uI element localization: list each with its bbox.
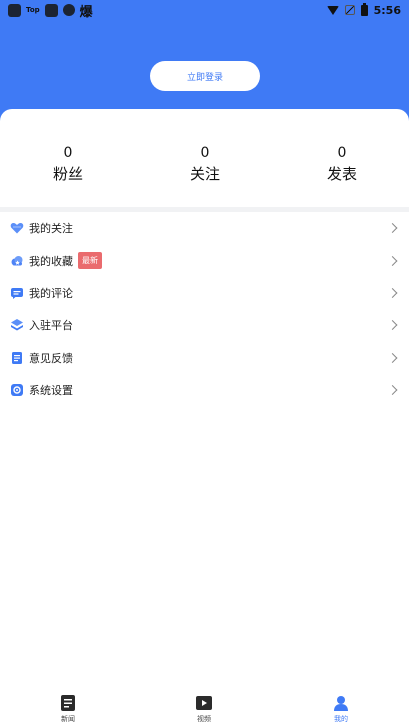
- stat-label: 发表: [326, 165, 357, 183]
- nav-tab-label: 新闻: [61, 715, 75, 723]
- bottom-navigation: 新闻 视频 我的: [0, 690, 409, 728]
- settings-icon: [10, 383, 24, 397]
- login-button[interactable]: 立即登录: [150, 61, 260, 91]
- stat-label: 关注: [189, 165, 220, 183]
- status-bar-notifications: Top 爆: [8, 1, 93, 20]
- menu-item-my-follows[interactable]: 我的关注: [0, 212, 409, 244]
- menu-item-label: 入驻平台: [29, 319, 73, 333]
- new-badge: 最新: [78, 252, 102, 270]
- video-icon: [195, 694, 213, 712]
- menu-item-label: 意见反馈: [29, 351, 73, 365]
- no-signal-icon: [344, 5, 355, 15]
- menu-item-label: 系统设置: [29, 384, 73, 398]
- menu-item-settings[interactable]: 系统设置: [0, 374, 409, 406]
- cloud-icon: [10, 254, 24, 268]
- stats-card: 0 粉丝 0 关注 0 发表: [0, 109, 409, 207]
- wifi-icon: [326, 5, 339, 15]
- stat-posts[interactable]: 0 发表: [302, 145, 382, 184]
- nav-tab-label: 视频: [197, 715, 211, 723]
- menu-item-my-favorites[interactable]: 我的收藏 最新: [0, 244, 409, 276]
- feedback-icon: [10, 351, 24, 365]
- battery-icon: [360, 2, 368, 16]
- app-notification-icon: [62, 4, 75, 16]
- app-notification-label: Top: [26, 6, 40, 14]
- menu-item-join-platform[interactable]: 入驻平台: [0, 309, 409, 341]
- app-notification-icon: [44, 3, 58, 17]
- menu-item-label: 我的关注: [29, 222, 73, 236]
- stat-value: 0: [337, 145, 347, 161]
- menu-item-my-comments[interactable]: 我的评论: [0, 277, 409, 309]
- news-icon: [59, 694, 77, 712]
- stat-fans[interactable]: 0 粉丝: [28, 145, 108, 184]
- stat-value: 0: [200, 145, 210, 161]
- menu-list: 我的关注 我的收藏 最新 我的评论 入驻平台 意见反馈 系统设置: [0, 212, 409, 406]
- chevron-right-icon: [387, 288, 398, 298]
- nav-tab-label: 我的: [334, 715, 348, 723]
- chevron-right-icon: [387, 223, 398, 234]
- app-notification-glyph: 爆: [79, 4, 93, 20]
- nav-tab-video[interactable]: 视频: [174, 694, 234, 724]
- status-bar-system: 5:56: [326, 2, 401, 17]
- menu-item-feedback[interactable]: 意见反馈: [0, 342, 409, 374]
- menu-item-label: 我的收藏: [29, 254, 73, 268]
- status-bar: Top 爆 5:56: [0, 0, 409, 20]
- profile-icon: [332, 694, 350, 712]
- chevron-right-icon: [387, 255, 398, 266]
- layers-icon: [10, 318, 24, 332]
- stat-following[interactable]: 0 关注: [165, 145, 245, 184]
- chevron-right-icon: [387, 320, 398, 331]
- nav-tab-news[interactable]: 新闻: [38, 694, 98, 724]
- app-notification-icon: [8, 3, 21, 17]
- nav-tab-profile[interactable]: 我的: [311, 694, 371, 724]
- heart-icon: [10, 221, 24, 235]
- menu-item-label: 我的评论: [29, 286, 73, 300]
- comment-icon: [10, 286, 24, 300]
- stat-label: 粉丝: [52, 165, 83, 183]
- chevron-right-icon: [387, 352, 398, 363]
- stat-value: 0: [63, 145, 73, 161]
- chevron-right-icon: [387, 385, 398, 396]
- status-time: 5:56: [373, 3, 401, 17]
